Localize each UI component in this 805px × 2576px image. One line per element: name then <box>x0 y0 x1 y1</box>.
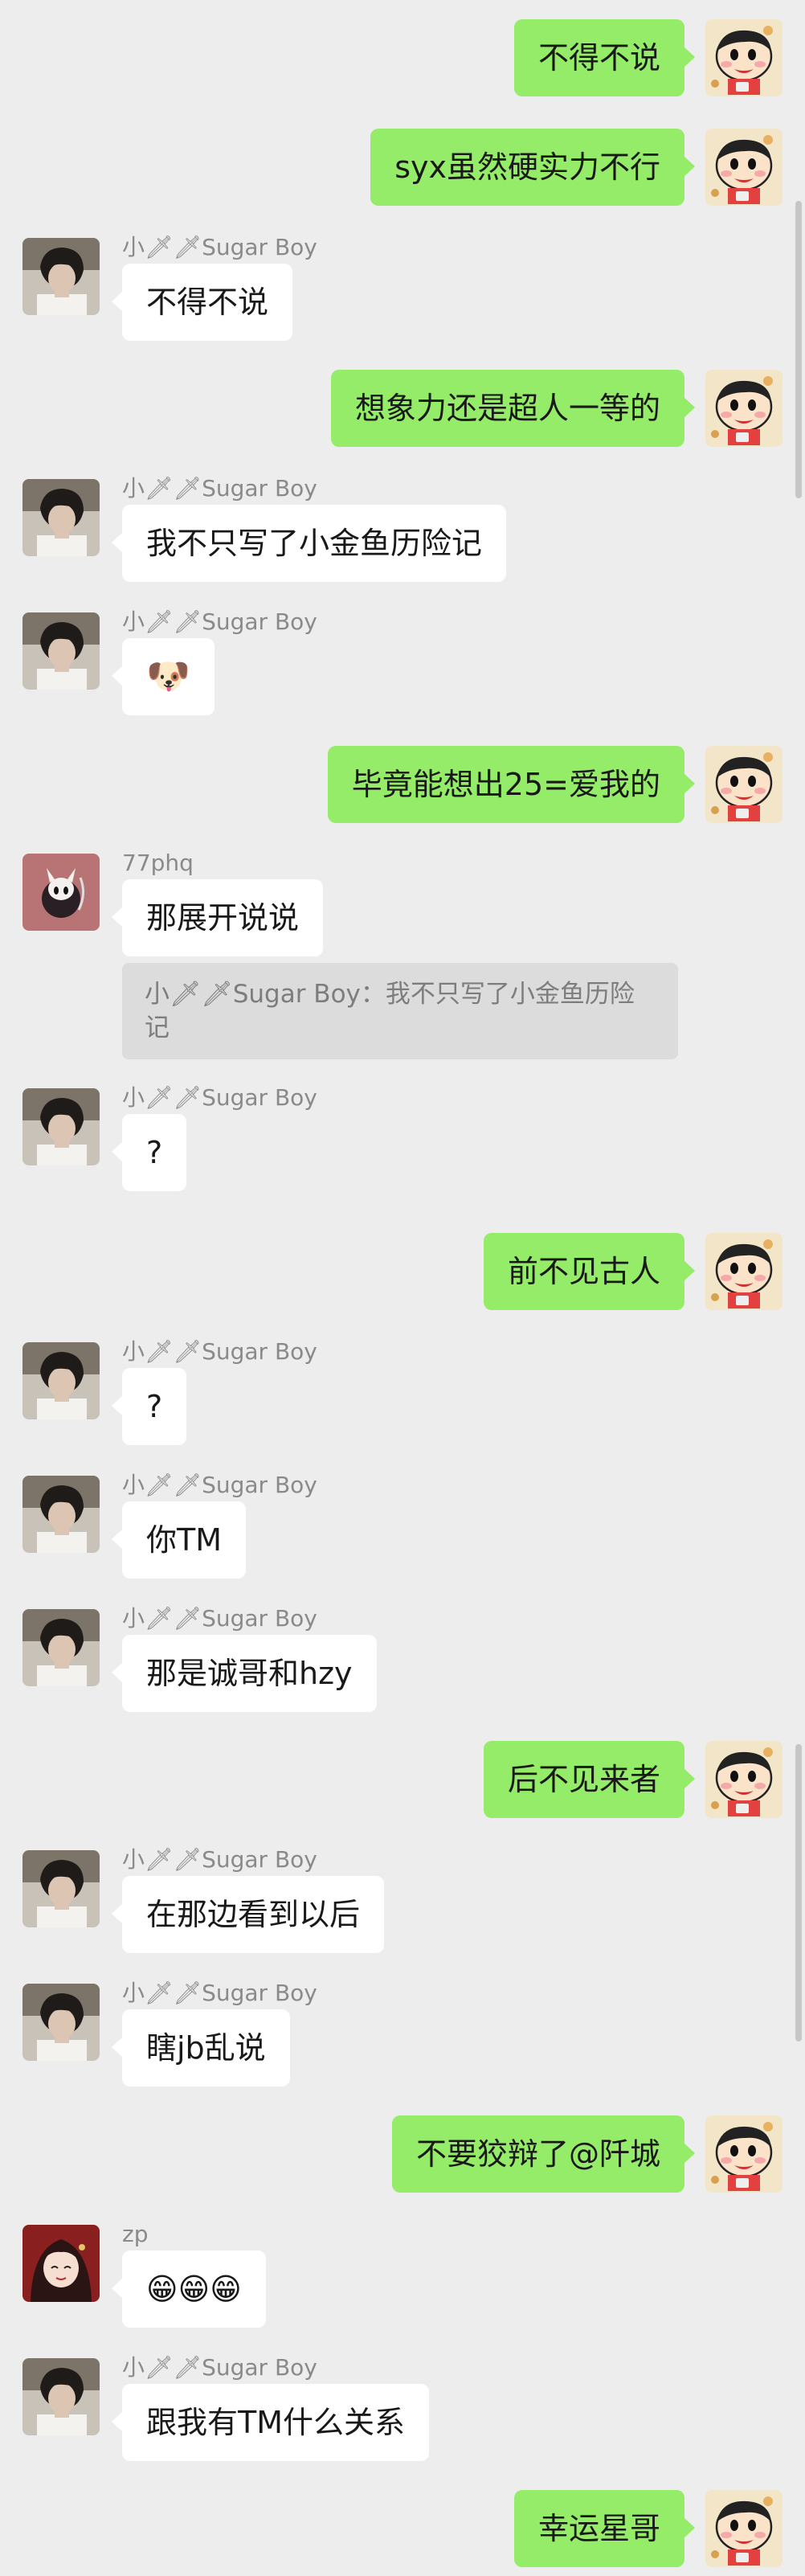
avatar[interactable] <box>22 1850 100 1927</box>
sender-name: 小🗡🗡Sugar Boy <box>122 2354 317 2381</box>
message-bubble[interactable]: 幸运星哥 <box>513 2490 696 2567</box>
avatar[interactable] <box>705 129 783 206</box>
message-bubble[interactable]: 我不只写了小金鱼历险记 <box>111 505 507 582</box>
message-bubble[interactable]: 后不见来者 <box>483 1741 696 1818</box>
avatar[interactable] <box>22 612 100 690</box>
sender-name: 小🗡🗡Sugar Boy <box>122 1338 317 1365</box>
sender-name: 小🗡🗡Sugar Boy <box>122 234 317 260</box>
message-bubble[interactable]: 🐶 <box>112 638 215 715</box>
avatar[interactable] <box>705 2490 783 2567</box>
sender-name: 小🗡🗡Sugar Boy <box>122 1605 317 1632</box>
quoted-message[interactable]: 小🗡🗡Sugar Boy：我不只写了小金鱼历险记 <box>122 963 678 1059</box>
avatar[interactable] <box>22 854 100 931</box>
avatar[interactable] <box>705 746 783 823</box>
avatar[interactable] <box>22 1609 100 1686</box>
scrollbar[interactable] <box>795 1744 802 2042</box>
avatar[interactable] <box>705 370 783 447</box>
sender-name: zp <box>122 2221 149 2247</box>
avatar[interactable] <box>705 2115 783 2193</box>
avatar[interactable] <box>22 479 100 556</box>
avatar[interactable] <box>705 1233 783 1310</box>
message-bubble[interactable]: 不得不说 <box>111 264 293 341</box>
avatar[interactable] <box>22 1984 100 2061</box>
avatar[interactable] <box>22 2358 100 2435</box>
message-bubble[interactable]: 你TM <box>112 1501 246 1579</box>
avatar[interactable] <box>22 238 100 315</box>
avatar[interactable] <box>705 19 783 96</box>
avatar[interactable] <box>22 1476 100 1553</box>
message-bubble[interactable]: 不要狡辩了@阡城 <box>391 2115 696 2193</box>
message-bubble[interactable]: ? <box>111 1114 187 1191</box>
avatar[interactable] <box>22 2225 100 2302</box>
avatar[interactable] <box>22 1088 100 1165</box>
avatar[interactable] <box>705 1741 783 1818</box>
avatar[interactable] <box>22 1342 100 1419</box>
chat-screen: { "colors": { "background": "#ededed", "… <box>0 0 805 2576</box>
message-bubble[interactable]: 想象力还是超人一等的 <box>330 370 696 447</box>
message-bubble[interactable]: ? <box>111 1368 187 1445</box>
sender-name: 小🗡🗡Sugar Boy <box>122 1980 317 2006</box>
sender-name: 77phq <box>122 850 194 876</box>
message-bubble[interactable]: 那展开说说 <box>111 879 324 956</box>
scrollbar[interactable] <box>795 201 802 498</box>
message-bubble[interactable]: 前不见古人 <box>483 1233 696 1310</box>
sender-name: 小🗡🗡Sugar Boy <box>122 608 317 635</box>
message-bubble[interactable]: 瞎jb乱说 <box>112 2009 290 2087</box>
message-bubble[interactable]: syx虽然硬实力不行 <box>370 129 695 206</box>
message-bubble[interactable]: 不得不说 <box>513 19 696 96</box>
message-bubble[interactable]: 😁😁😁 <box>112 2250 266 2328</box>
message-bubble[interactable]: 毕竟能想出25=爱我的 <box>327 746 696 823</box>
sender-name: 小🗡🗡Sugar Boy <box>122 475 317 502</box>
message-bubble[interactable]: 那是诚哥和hzy <box>112 1635 377 1712</box>
sender-name: 小🗡🗡Sugar Boy <box>122 1084 317 1111</box>
sender-name: 小🗡🗡Sugar Boy <box>122 1472 317 1498</box>
message-bubble[interactable]: 跟我有TM什么关系 <box>112 2384 429 2461</box>
message-bubble[interactable]: 在那边看到以后 <box>111 1876 385 1953</box>
sender-name: 小🗡🗡Sugar Boy <box>122 1846 317 1873</box>
